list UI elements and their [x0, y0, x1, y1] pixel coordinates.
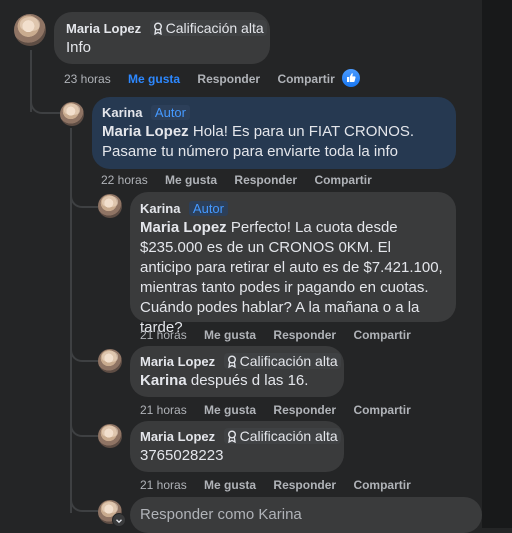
comment-time[interactable]: 21 horas	[140, 403, 187, 417]
mention-link[interactable]: Maria Lopez	[102, 123, 189, 140]
comment-bubble: Maria Lopez Calificación alta 3765028223	[130, 421, 344, 472]
comment-actions: 21 horas Me gusta Responder Compartir	[140, 478, 425, 492]
like-button[interactable]: Me gusta	[128, 72, 180, 86]
badge-label: Calificación alta	[239, 353, 338, 369]
top-fan-badge[interactable]: Calificación alta	[223, 353, 341, 369]
top-fan-badge[interactable]: Calificación alta	[149, 20, 267, 36]
badge-label: Calificación alta	[165, 20, 264, 36]
reply-button[interactable]: Responder	[273, 403, 336, 417]
comment-time[interactable]: 21 horas	[140, 478, 187, 492]
thread-elbow	[70, 417, 98, 437]
scrollbar-track[interactable]	[482, 0, 512, 528]
avatar[interactable]	[14, 14, 46, 46]
top-fan-badge-icon	[153, 22, 162, 35]
share-button[interactable]: Compartir	[353, 328, 410, 342]
top-fan-badge-icon	[227, 430, 236, 443]
comment-time[interactable]: 22 horas	[101, 173, 148, 187]
reply-button[interactable]: Responder	[197, 72, 260, 86]
comment-text: 3765028223	[140, 447, 224, 464]
reply-button[interactable]: Responder	[273, 328, 336, 342]
account-switcher[interactable]	[112, 513, 126, 527]
comment-text: Maria Lopez Perfecto! La cuota desde $23…	[140, 218, 446, 338]
reply-button[interactable]: Responder	[273, 478, 336, 492]
comment-author[interactable]: Karina	[102, 105, 142, 120]
share-button[interactable]: Compartir	[314, 173, 371, 187]
like-button[interactable]: Me gusta	[204, 403, 256, 417]
thread-elbow	[70, 342, 98, 362]
like-button[interactable]: Me gusta	[204, 328, 256, 342]
mention-link[interactable]: Maria Lopez	[140, 219, 227, 236]
comment-bubble: Maria Lopez Calificación alta Info	[54, 12, 270, 64]
mention-link[interactable]: Karina	[140, 372, 187, 389]
avatar[interactable]	[98, 194, 122, 218]
share-button[interactable]: Compartir	[353, 403, 410, 417]
reaction-badge[interactable]	[342, 69, 360, 87]
thread-elbow	[70, 492, 98, 512]
chevron-down-icon	[116, 519, 122, 524]
comment-actions: 23 horas Me gusta Responder Compartir	[64, 72, 349, 86]
comment-actions: 21 horas Me gusta Responder Compartir	[140, 328, 425, 342]
comment-actions: 21 horas Me gusta Responder Compartir	[140, 403, 425, 417]
comment-text: Karina después d las 16.	[140, 371, 334, 391]
comment-actions: 22 horas Me gusta Responder Compartir	[101, 173, 386, 187]
like-button[interactable]: Me gusta	[165, 173, 217, 187]
comment-author[interactable]: Karina	[140, 201, 180, 216]
comment-body: Perfecto! La cuota desde $235.000 es de …	[140, 219, 443, 336]
comment-text: Info	[66, 39, 92, 56]
top-fan-badge[interactable]: Calificación alta	[223, 428, 341, 444]
reply-placeholder: Responder como Karina	[140, 506, 302, 523]
share-button[interactable]: Compartir	[277, 72, 334, 86]
comment-bubble: Karina Autor Maria Lopez Perfecto! La cu…	[130, 192, 456, 336]
avatar[interactable]	[60, 102, 84, 126]
comment-time[interactable]: 21 horas	[140, 328, 187, 342]
author-badge: Autor	[150, 105, 190, 120]
comment-author[interactable]: Maria Lopez	[140, 429, 215, 444]
author-badge: Autor	[188, 201, 228, 216]
thread-elbow	[70, 186, 98, 208]
thread-elbow	[30, 92, 60, 114]
reply-button[interactable]: Responder	[234, 173, 297, 187]
top-fan-badge-icon	[227, 355, 236, 368]
comment-bubble: Maria Lopez Calificación alta Karina des…	[130, 346, 344, 397]
avatar[interactable]	[98, 349, 122, 373]
comment-text: Maria Lopez Hola! Es para un FIAT CRONOS…	[102, 122, 446, 162]
badge-label: Calificación alta	[239, 428, 338, 444]
like-button[interactable]: Me gusta	[204, 478, 256, 492]
comment-body: después d las 16.	[190, 372, 309, 389]
comment-author[interactable]: Maria Lopez	[140, 354, 215, 369]
comment-time[interactable]: 23 horas	[64, 72, 111, 86]
share-button[interactable]: Compartir	[353, 478, 410, 492]
thumbs-up-icon	[347, 73, 356, 82]
avatar[interactable]	[98, 424, 122, 448]
comment-author[interactable]: Maria Lopez	[66, 21, 141, 36]
comment-bubble: Karina Autor Maria Lopez Hola! Es para u…	[92, 97, 456, 169]
